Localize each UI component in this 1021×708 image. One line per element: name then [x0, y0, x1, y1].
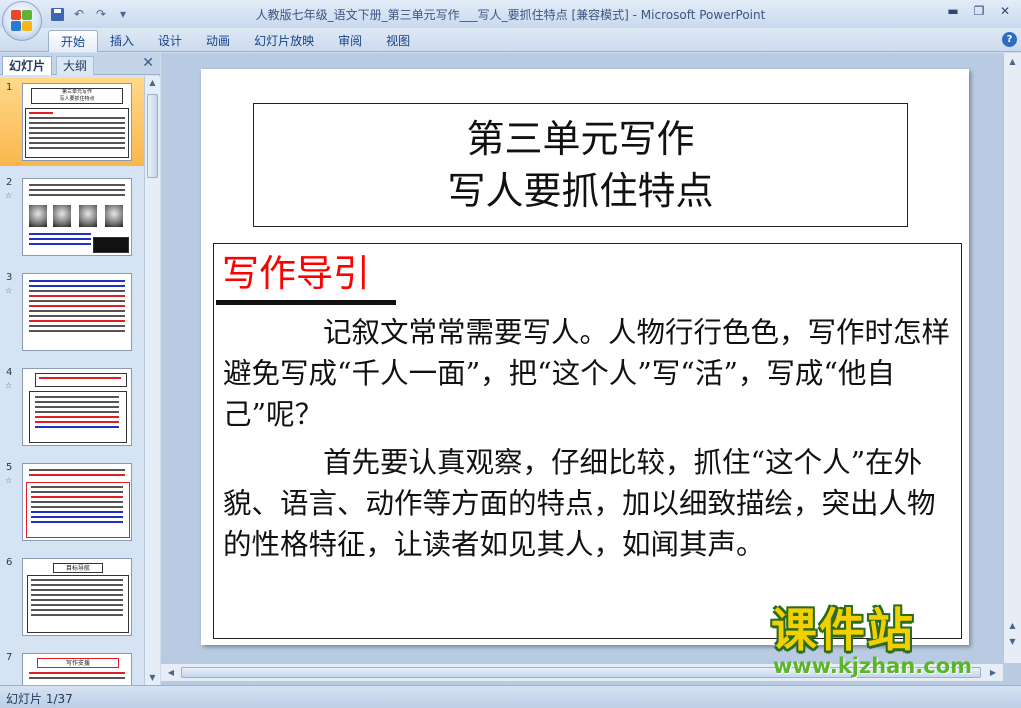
slide-title-line-1: 第三单元写作 — [466, 117, 695, 161]
slide-indicator: 幻灯片 1/37 — [6, 692, 73, 706]
redo-icon: ↷ — [95, 7, 107, 21]
close-icon: ✕ — [999, 4, 1011, 18]
watermark: 课件站 www.kjzhan.com — [765, 604, 1015, 684]
slide-number: 1 — [6, 82, 13, 93]
quick-access-toolbar: ↶ ↷ ▾ — [48, 5, 132, 23]
slide-number: 7 — [6, 652, 13, 663]
watermark-logo: 课件站 — [771, 603, 915, 657]
scroll-up-icon[interactable]: ▲ — [1005, 55, 1020, 69]
slide-canvas[interactable]: 第三单元写作 写人要抓住特点 写作导引 记叙文常常需要写人。人物行行色色，写作时… — [201, 69, 969, 645]
redo-button[interactable]: ↷ — [92, 5, 110, 23]
paragraph-1: 记叙文常常需要写人。人物行行色色，写作时怎样避免写成“千人一面”，把“这个人”写… — [223, 316, 951, 431]
office-button[interactable] — [2, 1, 42, 41]
slides-panel: 幻灯片 大纲 ✕ 1 第三单元写作 写人要抓住特点 2 ☆ 3 ☆ 4 ☆ 5 … — [0, 53, 160, 685]
thumbnail-scrollbar[interactable]: ▲ ▼ — [144, 76, 160, 685]
status-bar: 幻灯片 1/37 — [0, 685, 1021, 708]
guide-heading: 写作导引 — [222, 252, 370, 295]
restore-button[interactable]: ❐ — [967, 2, 991, 20]
panel-close-icon[interactable]: ✕ — [142, 55, 154, 71]
tab-outline[interactable]: 大纲 — [56, 56, 95, 75]
tab-slides[interactable]: 幻灯片 — [2, 56, 53, 75]
ribbon: 开始 插入 设计 动画 幻灯片放映 审阅 视图 ? — [0, 28, 1021, 52]
slide-number: 2 — [6, 177, 13, 188]
slide-thumbnail-6[interactable]: 6 目标导航 — [0, 553, 144, 641]
slide-title-line-2: 写人要抓住特点 — [447, 169, 714, 213]
scroll-up-icon[interactable]: ▲ — [145, 76, 160, 90]
animation-star-icon: ☆ — [5, 286, 13, 295]
tab-animations[interactable]: 动画 — [194, 30, 242, 52]
thumbnail-preview — [22, 368, 132, 446]
thumbnail-preview — [22, 273, 132, 351]
scroll-down-icon[interactable]: ▼ — [145, 671, 160, 685]
tab-view[interactable]: 视图 — [374, 30, 422, 52]
slide-title-box[interactable]: 第三单元写作 写人要抓住特点 — [253, 103, 908, 227]
slide-thumbnail-7[interactable]: 7 写作支援 — [0, 648, 144, 685]
help-icon[interactable]: ? — [1002, 32, 1017, 47]
chevron-down-icon: ▾ — [119, 7, 127, 21]
title-bar: ↶ ↷ ▾ 人教版七年级_语文下册_第三单元写作___写人_要抓住特点 [兼容模… — [0, 0, 1021, 28]
animation-star-icon: ☆ — [5, 381, 13, 390]
animation-star-icon: ☆ — [5, 191, 13, 200]
thumbnail-preview: 写作支援 — [22, 653, 132, 685]
thumbnail-list: 1 第三单元写作 写人要抓住特点 2 ☆ 3 ☆ 4 ☆ 5 ☆ 6 目标导航 … — [0, 76, 144, 685]
close-button[interactable]: ✕ — [993, 2, 1017, 20]
tab-design[interactable]: 设计 — [146, 30, 194, 52]
save-icon — [50, 7, 64, 21]
scroll-left-icon[interactable]: ◀ — [164, 666, 178, 680]
window-controls: ▬ ❐ ✕ — [941, 2, 1017, 20]
thumbnail-preview: 目标导航 — [22, 558, 132, 636]
slide-content-box[interactable]: 写作导引 记叙文常常需要写人。人物行行色色，写作时怎样避免写成“千人一面”，把“… — [213, 243, 962, 639]
thumbnail-title: 写作支援 — [37, 658, 119, 668]
undo-icon: ↶ — [73, 7, 85, 21]
slide-thumbnail-2[interactable]: 2 ☆ — [0, 173, 144, 261]
office-logo-icon — [11, 10, 33, 32]
tab-insert[interactable]: 插入 — [98, 30, 146, 52]
slide-number: 3 — [6, 272, 13, 283]
window-title: 人教版七年级_语文下册_第三单元写作___写人_要抓住特点 [兼容模式] - M… — [255, 8, 766, 22]
slide-thumbnail-3[interactable]: 3 ☆ — [0, 268, 144, 356]
slide-number: 6 — [6, 557, 13, 568]
panel-tabs: 幻灯片 大纲 ✕ — [0, 53, 160, 75]
tab-slideshow[interactable]: 幻灯片放映 — [242, 30, 326, 52]
thumbnail-title: 第三单元写作 写人要抓住特点 — [31, 88, 123, 104]
tab-review[interactable]: 审阅 — [326, 30, 374, 52]
slide-thumbnail-1[interactable]: 1 第三单元写作 写人要抓住特点 — [0, 78, 144, 166]
scroll-thumb[interactable] — [147, 94, 158, 178]
restore-icon: ❐ — [973, 4, 985, 18]
thumbnail-preview — [22, 463, 132, 541]
watermark-url: www.kjzhan.com — [773, 654, 973, 678]
paragraph-2: 首先要认真观察，仔细比较，抓住“这个人”在外貌、语言、动作等方面的特点，加以细致… — [223, 446, 936, 561]
thumbnail-title: 目标导航 — [53, 563, 103, 573]
heading-underline — [216, 300, 396, 305]
slide-thumbnail-5[interactable]: 5 ☆ — [0, 458, 144, 546]
slide-number: 4 — [6, 367, 13, 378]
customize-qat-button[interactable]: ▾ — [114, 5, 132, 23]
ribbon-tabs: 开始 插入 设计 动画 幻灯片放映 审阅 视图 — [48, 30, 422, 52]
slide-thumbnail-4[interactable]: 4 ☆ — [0, 363, 144, 451]
minimize-button[interactable]: ▬ — [941, 2, 965, 20]
slide-workspace: 第三单元写作 写人要抓住特点 写作导引 记叙文常常需要写人。人物行行色色，写作时… — [161, 53, 1021, 685]
vertical-scrollbar[interactable]: ▲ ▲ ▼ — [1003, 53, 1021, 663]
thumbnail-preview: 第三单元写作 写人要抓住特点 — [22, 83, 132, 161]
slide-number: 5 — [6, 462, 13, 473]
tab-home[interactable]: 开始 — [48, 30, 99, 52]
animation-star-icon: ☆ — [5, 476, 13, 485]
minimize-icon: ▬ — [947, 4, 959, 18]
save-button[interactable] — [48, 5, 66, 23]
undo-button[interactable]: ↶ — [70, 5, 88, 23]
thumbnail-preview — [22, 178, 132, 256]
